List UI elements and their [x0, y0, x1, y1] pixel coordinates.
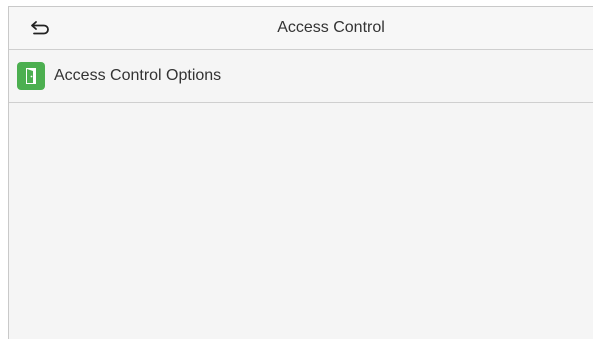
page-title: Access Control: [277, 19, 385, 36]
screen: Access Control Access Control Options: [8, 6, 593, 339]
door-icon: [17, 62, 45, 90]
title-bar: Access Control: [9, 7, 593, 50]
menu-item-label: Access Control Options: [54, 67, 222, 84]
menu-item-access-control-options[interactable]: Access Control Options: [9, 50, 593, 103]
